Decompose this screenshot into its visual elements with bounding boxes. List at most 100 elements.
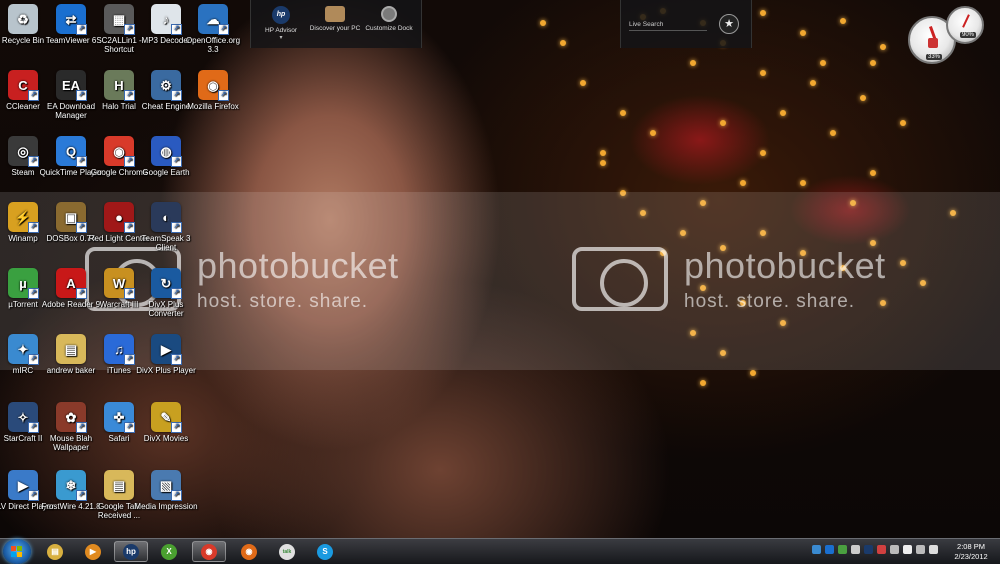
- desktop-icon-label: Mozilla Firefox: [187, 102, 239, 111]
- desktop-icon-firefox[interactable]: ◉ ↗ Mozilla Firefox: [180, 70, 246, 111]
- bokeh-light: [750, 370, 756, 376]
- cheat-engine-icon: ⚙ ↗: [151, 70, 182, 101]
- clock-date: 2/23/2012: [954, 552, 988, 561]
- display-icon[interactable]: [916, 545, 925, 554]
- divx-movies-icon: ✎ ↗: [151, 402, 182, 433]
- hp-advisor-button[interactable]: hp HP Advisor ▾: [253, 6, 309, 41]
- shortcut-arrow-icon: ↗: [171, 354, 182, 365]
- shortcut-arrow-icon: ↗: [171, 288, 182, 299]
- live-search-input[interactable]: [629, 18, 707, 31]
- taskbar-app-firefox[interactable]: ◉: [232, 541, 266, 562]
- teamviewer-tray-icon[interactable]: [825, 545, 834, 554]
- safari-icon: ✜ ↗: [104, 402, 135, 433]
- discover-pc-icon: [325, 6, 345, 22]
- taskbar-app-explorer[interactable]: ▤: [38, 541, 72, 562]
- bokeh-light: [560, 40, 566, 46]
- taskbar: ▤ ▶ hp X ◉ ◉ talk S 2:08 PM 2/23/2012: [0, 538, 1000, 564]
- divx-player-icon: ▶ ↗: [151, 334, 182, 365]
- watermark-brand: photobucket: [197, 245, 399, 286]
- winamp-icon: ⚡ ↗: [8, 202, 39, 233]
- shortcut-arrow-icon: ↗: [171, 422, 182, 433]
- utorrent-icon: µ ↗: [8, 268, 39, 299]
- desktop-icon-label: DivX Plus Player: [136, 366, 196, 375]
- discover-your-pc-button[interactable]: Discover your PC: [307, 6, 363, 32]
- media-player-icon: ▶: [85, 543, 101, 560]
- mouse-wallpaper-icon: ✿ ↗: [56, 402, 87, 433]
- usb-icon[interactable]: [890, 545, 899, 554]
- shortcut-arrow-icon: ↗: [218, 90, 229, 101]
- explorer-folder-icon: ▤: [47, 543, 63, 560]
- taskbar-app-google-talk[interactable]: talk: [270, 541, 304, 562]
- customize-dock-icon: [381, 6, 397, 22]
- firefox-icon: ◉ ↗: [198, 70, 229, 101]
- ea-icon: EA ↗: [56, 70, 87, 101]
- taskbar-clock[interactable]: 2:08 PM 2/23/2012: [948, 542, 994, 562]
- taskbar-app-chrome[interactable]: ◉: [192, 541, 226, 562]
- battery-icon[interactable]: [851, 545, 860, 554]
- signal-icon[interactable]: [838, 545, 847, 554]
- bokeh-light: [780, 110, 786, 116]
- memory-gauge-value: 90%: [960, 32, 977, 38]
- start-button[interactable]: [3, 539, 31, 564]
- flag-icon[interactable]: [903, 545, 912, 554]
- itunes-icon: ♫ ↗: [104, 334, 135, 365]
- memory-gauge[interactable]: 90%: [946, 6, 984, 44]
- bokeh-light: [860, 95, 866, 101]
- mp3-decoder-icon: ♪ ↗: [151, 4, 182, 35]
- bokeh-light: [760, 150, 766, 156]
- sc2allin1-icon: ▦ ↗: [104, 4, 135, 35]
- folder-icon: ▤: [56, 334, 86, 364]
- media-impression-icon: ▧ ↗: [151, 470, 182, 501]
- firefox-icon: ◉: [241, 543, 257, 560]
- frostwire-icon: ❄ ↗: [56, 470, 87, 501]
- watermark-slogan: host. store. share.: [197, 291, 369, 312]
- bokeh-light: [700, 380, 706, 386]
- desktop-icon-divx-movies[interactable]: ✎ ↗ DivX Movies: [133, 402, 199, 443]
- openoffice-icon: ☁ ↗: [198, 4, 229, 35]
- taskbar-app-xbox[interactable]: X: [152, 541, 186, 562]
- desktop-icon-openoffice[interactable]: ☁ ↗ OpenOffice.org 3.3: [180, 4, 246, 54]
- volume-icon[interactable]: [929, 545, 938, 554]
- bokeh-light: [720, 120, 726, 126]
- security-icon[interactable]: [877, 545, 886, 554]
- steam-icon: ◎ ↗: [8, 136, 39, 167]
- desktop-icon-google-earth[interactable]: ◍ ↗ Google Earth: [133, 136, 199, 177]
- bokeh-light: [690, 60, 696, 66]
- desktop-icon-divx-player[interactable]: ▶ ↗ DivX Plus Player: [133, 334, 199, 375]
- bokeh-light: [830, 130, 836, 136]
- chrome-icon: ◉: [201, 543, 217, 560]
- watermark-brand: photobucket: [684, 245, 886, 286]
- network-icon[interactable]: [812, 545, 821, 554]
- dosbox-icon: ▣ ↗: [56, 202, 87, 233]
- red-light-center-icon: ● ↗: [104, 202, 135, 233]
- chevron-down-icon: ▾: [279, 35, 283, 41]
- gauge-meter-icon: [928, 38, 938, 48]
- taskbar-app-media-player[interactable]: ▶: [76, 541, 110, 562]
- bokeh-light: [760, 10, 766, 16]
- bokeh-light: [740, 180, 746, 186]
- teamspeak-icon: ◐ ↗: [151, 202, 182, 233]
- hp-logo-icon: hp: [272, 6, 290, 24]
- favorites-star-button[interactable]: ★: [719, 14, 739, 34]
- bokeh-light: [620, 110, 626, 116]
- adobe-reader-icon: A ↗: [56, 268, 87, 299]
- taskbar-app-hp[interactable]: hp: [114, 541, 148, 562]
- desktop-icon-media-impression[interactable]: ▧ ↗ Media Impression: [133, 470, 199, 511]
- shortcut-arrow-icon: ↗: [171, 490, 182, 501]
- mirc-icon: ✦ ↗: [8, 334, 39, 365]
- quicktime-icon: Q ↗: [56, 136, 87, 167]
- customize-dock-button[interactable]: Customize Dock: [361, 6, 417, 32]
- gauge-needle: [962, 14, 970, 28]
- bokeh-light: [840, 18, 846, 24]
- bokeh-light: [800, 30, 806, 36]
- hp-logo-icon: hp: [123, 543, 139, 560]
- desktop-icon-label: Media Impression: [134, 502, 198, 511]
- desktop-icon-label: Google Earth: [142, 168, 190, 177]
- taskbar-app-skype[interactable]: S: [308, 541, 342, 562]
- flv-player-icon: ▶ ↗: [8, 470, 39, 501]
- hp-tray-icon[interactable]: [864, 545, 873, 554]
- bokeh-light: [580, 80, 586, 86]
- desktop-icon-teamspeak[interactable]: ◐ ↗ TeamSpeak 3 Client: [133, 202, 199, 252]
- desktop-icon-divx-converter[interactable]: ↻ ↗ DivX Plus Converter: [133, 268, 199, 318]
- ccleaner-icon: C ↗: [8, 70, 39, 101]
